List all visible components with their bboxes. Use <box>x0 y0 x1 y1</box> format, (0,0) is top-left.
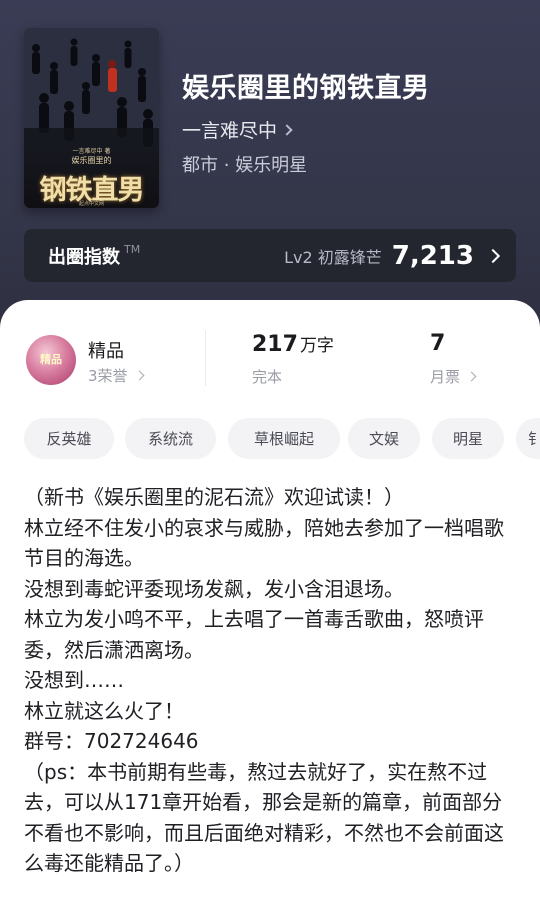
word-count-number: 217 <box>252 332 298 357</box>
book-description: （新书《娱乐圈里的泥石流》欢迎试读！） 林立经不住发小的哀求与威胁，陪她去参加了… <box>24 482 519 879</box>
index-label: 出圈指数 <box>48 246 120 268</box>
author-link[interactable]: 一言难尽中 <box>182 116 293 143</box>
tag-item[interactable]: 钅 <box>516 418 540 459</box>
trademark-mark: TM <box>124 243 141 256</box>
chevron-right-icon <box>466 371 477 382</box>
book-cover[interactable]: 一言难尽中 著 娱乐圈里的 钢铁直男 起点中文网 <box>24 28 159 208</box>
stats-divider <box>205 330 206 386</box>
honors-link[interactable]: 3荣誉 <box>88 365 144 386</box>
monthly-ticket-count: 7 <box>430 331 446 356</box>
index-value: 7,213 <box>391 240 474 271</box>
cover-crowd-illustration <box>24 28 159 148</box>
popularity-index-bar[interactable]: 出圈指数 TM Lv2 初露锋芒 7,213 <box>24 229 516 282</box>
description-line: （ps：本书前期有些毒，熬过去就好了，实在熬不过去，可以从171章开始看，那会是… <box>24 759 504 876</box>
description-line: 没想到…… <box>24 668 124 692</box>
tag-item[interactable]: 系统流 <box>125 418 216 459</box>
tag-item[interactable]: 反英雄 <box>24 418 114 459</box>
cover-author-text: 一言难尽中 著 <box>72 148 111 155</box>
cover-publisher: 起点中文网 <box>78 201 104 207</box>
tag-item[interactable]: 明星 <box>432 418 504 459</box>
quality-badge-icon[interactable]: 精品 <box>26 335 76 385</box>
honors-count: 3荣誉 <box>88 367 128 385</box>
description-line: （新书《娱乐圈里的泥石流》欢迎试读！） <box>24 485 404 509</box>
tag-item[interactable]: 草根崛起 <box>228 418 340 459</box>
book-genre: 都市 · 娱乐明星 <box>182 155 308 176</box>
chevron-right-icon <box>485 248 501 263</box>
tag-item[interactable]: 文娱 <box>348 418 420 459</box>
cover-small-title: 娱乐圈里的 <box>71 156 112 165</box>
description-line: 林立为发小鸣不平，上去唱了一首毒舌歌曲，怒喷评委，然后潇洒离场。 <box>24 607 484 662</box>
description-line: 林立就这么火了！ <box>24 698 184 723</box>
quality-title: 精品 <box>88 341 124 362</box>
monthly-ticket-link[interactable]: 月票 <box>430 366 477 387</box>
chevron-right-icon <box>281 123 293 136</box>
word-count-unit: 万字 <box>299 336 334 356</box>
description-line: 林立经不住发小的哀求与威胁，陪她去参加了一档唱歌节目的海选。 <box>24 515 504 571</box>
description-line: 群号：702724646 <box>24 729 199 753</box>
description-line: 没想到毒蛇评委现场发飙，发小含泪退场。 <box>24 576 404 601</box>
index-level: Lv2 初露锋芒 <box>284 247 382 267</box>
word-count: 217 万字 <box>252 331 334 357</box>
badge-text: 精品 <box>40 353 62 366</box>
book-title: 娱乐圈里的钢铁直男 <box>182 73 430 104</box>
monthly-ticket-label: 月票 <box>430 368 461 386</box>
chevron-right-icon <box>134 370 144 381</box>
tag-list: 反英雄 系统流 草根崛起 文娱 明星 钅 <box>24 418 540 460</box>
author-name: 一言难尽中 <box>182 120 278 142</box>
completion-status: 完本 <box>252 368 283 386</box>
